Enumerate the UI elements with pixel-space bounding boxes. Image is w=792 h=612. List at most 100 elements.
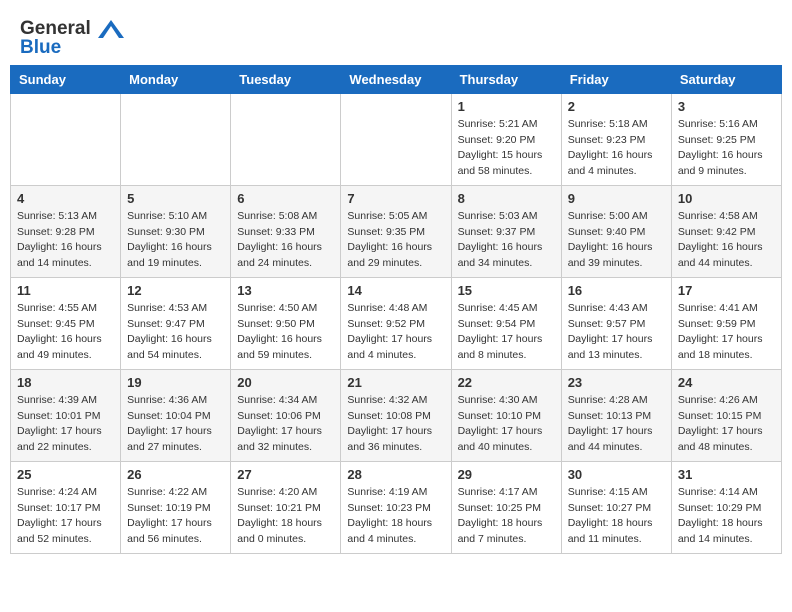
day-number: 18 xyxy=(17,375,114,390)
logo-icon xyxy=(98,18,124,40)
calendar-cell: 8 Sunrise: 5:03 AM Sunset: 9:37 PM Daylig… xyxy=(451,185,561,277)
calendar-week-row: 18 Sunrise: 4:39 AM Sunset: 10:01 PM Dayl… xyxy=(11,369,782,461)
calendar-cell: 5 Sunrise: 5:10 AM Sunset: 9:30 PM Daylig… xyxy=(121,185,231,277)
day-info: Sunrise: 4:19 AM Sunset: 10:23 PM Daylig… xyxy=(347,485,444,548)
day-info: Sunrise: 4:14 AM Sunset: 10:29 PM Daylig… xyxy=(678,485,775,548)
calendar-cell: 30 Sunrise: 4:15 AM Sunset: 10:27 PM Dayl… xyxy=(561,461,671,553)
calendar-cell: 28 Sunrise: 4:19 AM Sunset: 10:23 PM Dayl… xyxy=(341,461,451,553)
day-number: 1 xyxy=(458,99,555,114)
day-number: 24 xyxy=(678,375,775,390)
calendar-week-row: 1 Sunrise: 5:21 AM Sunset: 9:20 PM Daylig… xyxy=(11,93,782,185)
day-info: Sunrise: 5:16 AM Sunset: 9:25 PM Dayligh… xyxy=(678,117,775,180)
day-info: Sunrise: 5:21 AM Sunset: 9:20 PM Dayligh… xyxy=(458,117,555,180)
day-number: 19 xyxy=(127,375,224,390)
calendar-cell: 9Sunrise: 5:00 AM Sunset: 9:40 PM Daylig… xyxy=(561,185,671,277)
day-number: 25 xyxy=(17,467,114,482)
day-number: 26 xyxy=(127,467,224,482)
day-info: Sunrise: 5:10 AM Sunset: 9:30 PM Dayligh… xyxy=(127,209,224,272)
calendar-week-row: 25 Sunrise: 4:24 AM Sunset: 10:17 PM Dayl… xyxy=(11,461,782,553)
day-info: Sunrise: 4:24 AM Sunset: 10:17 PM Daylig… xyxy=(17,485,114,548)
calendar-week-row: 11 Sunrise: 4:55 AM Sunset: 9:45 PM Dayli… xyxy=(11,277,782,369)
day-number: 30 xyxy=(568,467,665,482)
day-number: 3 xyxy=(678,99,775,114)
page-header: General Blue xyxy=(10,10,782,65)
calendar-cell: 22Sunrise: 4:30 AM Sunset: 10:10 PM Dayl… xyxy=(451,369,561,461)
day-info: Sunrise: 5:08 AM Sunset: 9:33 PM Dayligh… xyxy=(237,209,334,272)
day-info: Sunrise: 4:58 AM Sunset: 9:42 PM Dayligh… xyxy=(678,209,775,272)
calendar-cell: 12 Sunrise: 4:53 AM Sunset: 9:47 PM Dayli… xyxy=(121,277,231,369)
calendar-cell: 6 Sunrise: 5:08 AM Sunset: 9:33 PM Daylig… xyxy=(231,185,341,277)
day-info: Sunrise: 4:26 AM Sunset: 10:15 PM Daylig… xyxy=(678,393,775,456)
weekday-header-tuesday: Tuesday xyxy=(231,65,341,93)
calendar-table: SundayMondayTuesdayWednesdayThursdayFrid… xyxy=(10,65,782,554)
day-number: 5 xyxy=(127,191,224,206)
day-info: Sunrise: 4:43 AM Sunset: 9:57 PM Dayligh… xyxy=(568,301,665,364)
day-info: Sunrise: 4:34 AM Sunset: 10:06 PM Daylig… xyxy=(237,393,334,456)
calendar-cell: 27 Sunrise: 4:20 AM Sunset: 10:21 PM Dayl… xyxy=(231,461,341,553)
calendar-cell: 24 Sunrise: 4:26 AM Sunset: 10:15 PM Dayl… xyxy=(671,369,781,461)
calendar-cell xyxy=(231,93,341,185)
day-info: Sunrise: 4:50 AM Sunset: 9:50 PM Dayligh… xyxy=(237,301,334,364)
weekday-header-monday: Monday xyxy=(121,65,231,93)
day-info: Sunrise: 4:53 AM Sunset: 9:47 PM Dayligh… xyxy=(127,301,224,364)
day-info: Sunrise: 4:32 AM Sunset: 10:08 PM Daylig… xyxy=(347,393,444,456)
day-info: Sunrise: 4:36 AM Sunset: 10:04 PM Daylig… xyxy=(127,393,224,456)
calendar-cell: 1 Sunrise: 5:21 AM Sunset: 9:20 PM Daylig… xyxy=(451,93,561,185)
day-number: 13 xyxy=(237,283,334,298)
day-number: 23 xyxy=(568,375,665,390)
day-number: 31 xyxy=(678,467,775,482)
day-number: 7 xyxy=(347,191,444,206)
day-number: 29 xyxy=(458,467,555,482)
calendar-cell: 20Sunrise: 4:34 AM Sunset: 10:06 PM Dayl… xyxy=(231,369,341,461)
calendar-cell: 2Sunrise: 5:18 AM Sunset: 9:23 PM Daylig… xyxy=(561,93,671,185)
weekday-header-sunday: Sunday xyxy=(11,65,121,93)
calendar-cell xyxy=(11,93,121,185)
day-number: 4 xyxy=(17,191,114,206)
day-number: 8 xyxy=(458,191,555,206)
day-info: Sunrise: 4:15 AM Sunset: 10:27 PM Daylig… xyxy=(568,485,665,548)
weekday-header-wednesday: Wednesday xyxy=(341,65,451,93)
day-number: 28 xyxy=(347,467,444,482)
day-info: Sunrise: 4:55 AM Sunset: 9:45 PM Dayligh… xyxy=(17,301,114,364)
calendar-cell: 15Sunrise: 4:45 AM Sunset: 9:54 PM Dayli… xyxy=(451,277,561,369)
day-info: Sunrise: 5:03 AM Sunset: 9:37 PM Dayligh… xyxy=(458,209,555,272)
day-number: 11 xyxy=(17,283,114,298)
calendar-cell: 16Sunrise: 4:43 AM Sunset: 9:57 PM Dayli… xyxy=(561,277,671,369)
weekday-header-saturday: Saturday xyxy=(671,65,781,93)
day-info: Sunrise: 5:18 AM Sunset: 9:23 PM Dayligh… xyxy=(568,117,665,180)
day-number: 27 xyxy=(237,467,334,482)
calendar-cell: 13 Sunrise: 4:50 AM Sunset: 9:50 PM Dayli… xyxy=(231,277,341,369)
calendar-cell: 19 Sunrise: 4:36 AM Sunset: 10:04 PM Dayl… xyxy=(121,369,231,461)
day-number: 21 xyxy=(347,375,444,390)
calendar-cell: 10Sunrise: 4:58 AM Sunset: 9:42 PM Dayli… xyxy=(671,185,781,277)
calendar-cell: 17 Sunrise: 4:41 AM Sunset: 9:59 PM Dayli… xyxy=(671,277,781,369)
calendar-cell: 25 Sunrise: 4:24 AM Sunset: 10:17 PM Dayl… xyxy=(11,461,121,553)
calendar-header-row: SundayMondayTuesdayWednesdayThursdayFrid… xyxy=(11,65,782,93)
calendar-week-row: 4 Sunrise: 5:13 AM Sunset: 9:28 PM Daylig… xyxy=(11,185,782,277)
calendar-cell: 21 Sunrise: 4:32 AM Sunset: 10:08 PM Dayl… xyxy=(341,369,451,461)
day-info: Sunrise: 4:48 AM Sunset: 9:52 PM Dayligh… xyxy=(347,301,444,364)
logo: General Blue xyxy=(20,18,124,59)
day-number: 22 xyxy=(458,375,555,390)
calendar-cell: 18 Sunrise: 4:39 AM Sunset: 10:01 PM Dayl… xyxy=(11,369,121,461)
logo-blue: Blue xyxy=(20,38,124,59)
calendar-cell: 26Sunrise: 4:22 AM Sunset: 10:19 PM Dayl… xyxy=(121,461,231,553)
day-info: Sunrise: 4:41 AM Sunset: 9:59 PM Dayligh… xyxy=(678,301,775,364)
calendar-cell: 29Sunrise: 4:17 AM Sunset: 10:25 PM Dayl… xyxy=(451,461,561,553)
day-info: Sunrise: 4:28 AM Sunset: 10:13 PM Daylig… xyxy=(568,393,665,456)
day-number: 9 xyxy=(568,191,665,206)
day-info: Sunrise: 5:13 AM Sunset: 9:28 PM Dayligh… xyxy=(17,209,114,272)
day-number: 12 xyxy=(127,283,224,298)
day-info: Sunrise: 5:05 AM Sunset: 9:35 PM Dayligh… xyxy=(347,209,444,272)
calendar-cell: 11 Sunrise: 4:55 AM Sunset: 9:45 PM Dayli… xyxy=(11,277,121,369)
day-number: 17 xyxy=(678,283,775,298)
calendar-cell: 31 Sunrise: 4:14 AM Sunset: 10:29 PM Dayl… xyxy=(671,461,781,553)
calendar-cell: 7 Sunrise: 5:05 AM Sunset: 9:35 PM Daylig… xyxy=(341,185,451,277)
day-number: 6 xyxy=(237,191,334,206)
day-info: Sunrise: 4:39 AM Sunset: 10:01 PM Daylig… xyxy=(17,393,114,456)
calendar-cell: 14 Sunrise: 4:48 AM Sunset: 9:52 PM Dayli… xyxy=(341,277,451,369)
day-info: Sunrise: 4:20 AM Sunset: 10:21 PM Daylig… xyxy=(237,485,334,548)
day-number: 14 xyxy=(347,283,444,298)
calendar-cell xyxy=(341,93,451,185)
calendar-cell xyxy=(121,93,231,185)
